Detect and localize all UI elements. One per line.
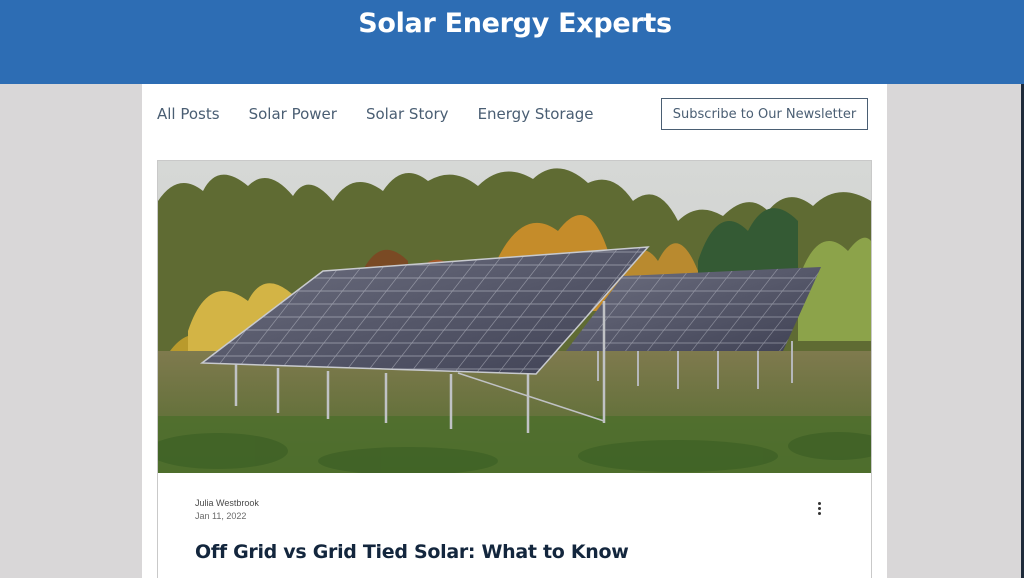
post-card[interactable]: Julia Westbrook Jan 11, 2022 Off Grid vs… <box>157 160 872 578</box>
more-dot <box>817 506 821 510</box>
more-dot <box>817 501 821 505</box>
more-vertical-icon[interactable] <box>812 499 826 517</box>
post-author[interactable]: Julia Westbrook <box>195 497 259 509</box>
nav-item-energy-storage[interactable]: Energy Storage <box>478 104 594 126</box>
category-nav: All Posts Solar Power Solar Story Energy… <box>157 104 623 126</box>
nav-item-all-posts[interactable]: All Posts <box>157 104 220 126</box>
site-title[interactable]: Solar Energy Experts <box>0 6 1024 42</box>
nav-item-solar-power[interactable]: Solar Power <box>249 104 337 126</box>
post-title[interactable]: Off Grid vs Grid Tied Solar: What to Kno… <box>195 539 629 565</box>
more-dot <box>817 511 821 515</box>
nav-item-solar-story[interactable]: Solar Story <box>366 104 449 126</box>
site-header: Solar Energy Experts <box>0 0 1024 84</box>
post-hero-image[interactable] <box>158 161 871 473</box>
subscribe-button[interactable]: Subscribe to Our Newsletter <box>661 98 868 130</box>
post-date: Jan 11, 2022 <box>195 511 247 521</box>
